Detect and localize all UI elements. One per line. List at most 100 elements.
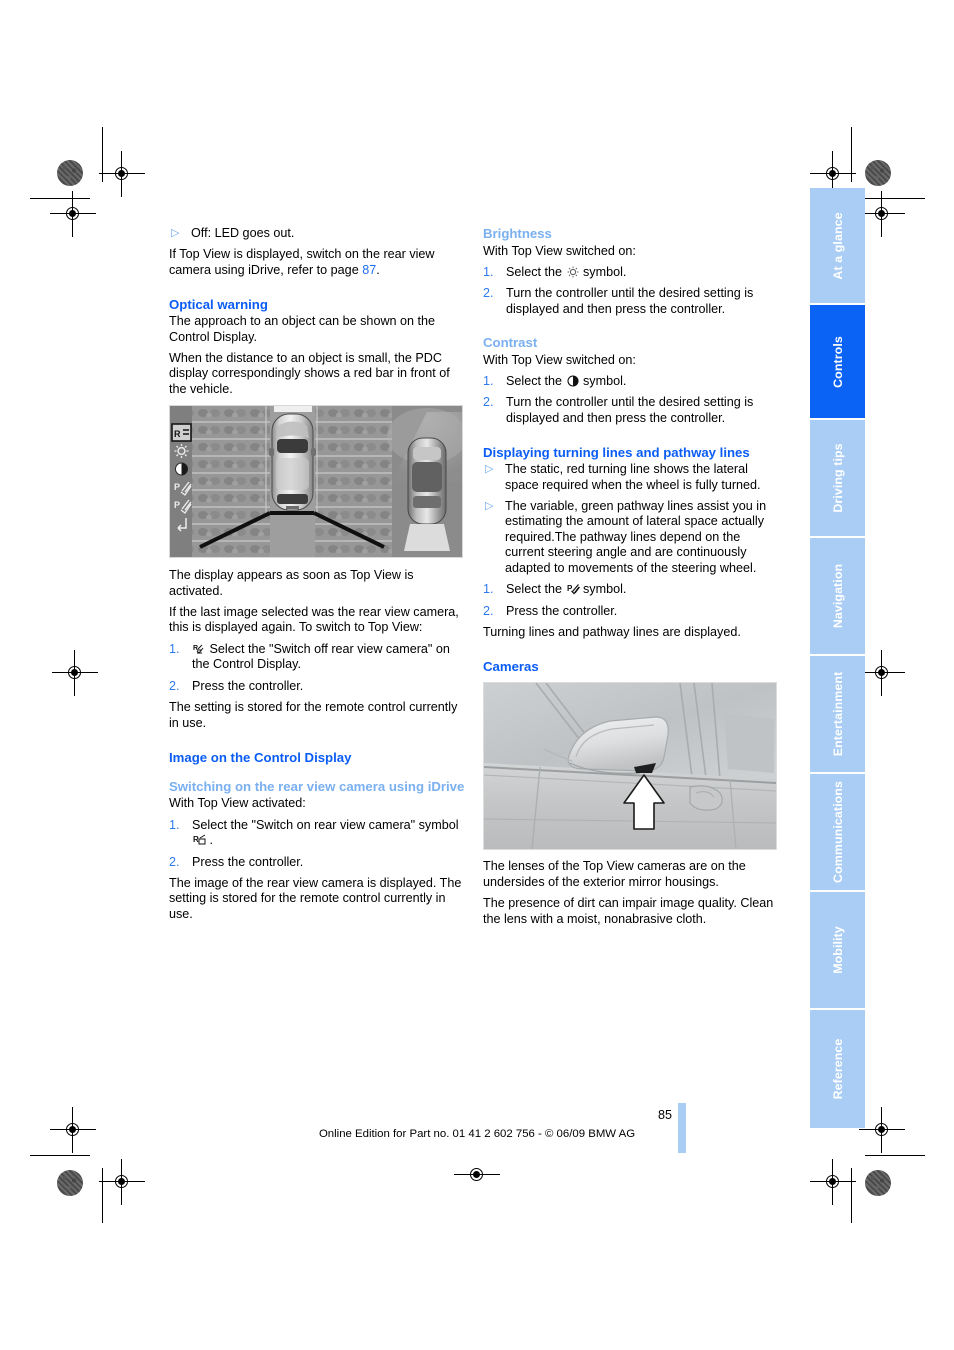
- step-select-contrast-symbol: 1. Select the symbol.: [483, 374, 779, 389]
- step-press-controller-2: 2. Press the controller.: [169, 855, 465, 870]
- bullet-led-off-text: Off: LED goes out.: [191, 226, 295, 240]
- heading-image-on-control-display: Image on the Control Display: [169, 749, 352, 765]
- page-reference-link-87[interactable]: 87: [362, 263, 376, 277]
- right-column: Brightness With Top View switched on: 1.…: [483, 226, 779, 933]
- switch-off-rear-view-camera-icon: R: [193, 643, 205, 655]
- svg-text:P: P: [174, 500, 180, 510]
- brightness-icon: [567, 266, 579, 278]
- step-text: Turn the controller until the desired se…: [506, 395, 754, 425]
- step-label-b: symbol.: [579, 374, 627, 389]
- tab-driving-tips[interactable]: Driving tips: [810, 420, 865, 538]
- bullet-variable-green-pathway-lines: ▷ The variable, green pathway lines assi…: [483, 499, 779, 576]
- page-number: 85: [657, 1108, 672, 1122]
- step-text: R Select the "Switch off rear view camer…: [192, 642, 465, 673]
- tab-mobility[interactable]: Mobility: [810, 892, 865, 1010]
- svg-text:P: P: [174, 482, 180, 492]
- step-select-brightness-symbol: 1. Select the symbol.: [483, 265, 779, 280]
- step-turn-controller-brightness: 2. Turn the controller until the desired…: [483, 286, 779, 317]
- step-number: 2.: [169, 854, 180, 869]
- cameras-paragraph-1: The lenses of the Top View cameras are o…: [483, 859, 746, 889]
- triangle-bullet-icon: ▷: [171, 227, 180, 239]
- tab-label: Mobility: [830, 926, 845, 974]
- bullet-text: The variable, green pathway lines assist…: [505, 499, 779, 576]
- step-select-pathway-symbol: 1. Select the P symbol.: [483, 582, 779, 597]
- turning-lines-closing: Turning lines and pathway lines are disp…: [483, 624, 741, 639]
- step-number: 1.: [169, 817, 180, 832]
- optical-warning-paragraph-1: The approach to an object can be shown o…: [169, 314, 436, 344]
- tab-label: Communications: [830, 781, 845, 883]
- paragraph-topview-intro: If Top View is displayed, switch on the …: [169, 247, 465, 278]
- step-text: Select the P symbol.: [506, 582, 779, 597]
- heading-displaying-turning-lines: Displaying turning lines and pathway lin…: [483, 445, 750, 461]
- triangle-bullet-icon: ▷: [485, 500, 494, 513]
- tab-label: Driving tips: [830, 443, 845, 513]
- intro-text-b: .: [376, 262, 380, 277]
- step-label-a: Select the: [506, 264, 566, 279]
- own-vehicle-graphic: [269, 413, 316, 511]
- switching-on-intro: With Top View activated:: [169, 796, 306, 811]
- step-text: Press the controller.: [192, 854, 304, 869]
- bullet-text: The static, red turning line shows the l…: [505, 462, 761, 492]
- subheading-contrast: Contrast: [483, 335, 538, 351]
- tab-label: Controls: [830, 335, 845, 388]
- tab-at-a-glance[interactable]: At a glance: [810, 188, 865, 305]
- tab-label: Reference: [830, 1038, 845, 1100]
- subheading-brightness: Brightness: [483, 226, 552, 241]
- section-tabs: At a glance Controls Driving tips Naviga…: [810, 188, 865, 1128]
- brightness-intro: With Top View switched on:: [483, 243, 636, 258]
- top-view-pdc-illustration: R P P: [170, 406, 462, 558]
- tab-label: Entertainment: [830, 671, 845, 757]
- step-text: Select the symbol.: [506, 265, 779, 280]
- exterior-mirror-photo: [484, 683, 776, 850]
- contrast-intro: With Top View switched on:: [483, 352, 636, 367]
- step-text: Press the controller.: [192, 678, 304, 693]
- step-label-a: Select the "Switch on rear view camera" …: [192, 817, 459, 832]
- second-vehicle-graphic: [407, 437, 447, 525]
- step-label-b: .: [206, 833, 213, 848]
- svg-text:R: R: [174, 429, 181, 439]
- tab-label: Navigation: [830, 563, 845, 629]
- step-press-controller-3: 2. Press the controller.: [483, 604, 779, 619]
- footer-imprint: Online Edition for Part no. 01 41 2 602 …: [318, 1128, 636, 1140]
- switching-on-closing-paragraph: The image of the rear view camera is dis…: [169, 876, 462, 921]
- step-label-a: Select the: [506, 582, 566, 597]
- step-number: 1.: [483, 582, 494, 597]
- step-number: 2.: [483, 603, 494, 618]
- cameras-paragraph-2: The presence of dirt can impair image qu…: [483, 896, 774, 926]
- bullet-led-off: ▷ Off: LED goes out.: [169, 226, 465, 241]
- tab-navigation[interactable]: Navigation: [810, 538, 865, 656]
- step-label-b: symbol.: [579, 582, 627, 597]
- step-label-a: Select the: [506, 374, 566, 389]
- subheading-switching-on-rear-view-camera: Switching on the rear view camera using …: [169, 778, 465, 794]
- tab-entertainment[interactable]: Entertainment: [810, 656, 865, 774]
- left-column: ▷ Off: LED goes out. If Top View is disp…: [169, 226, 465, 928]
- step-turn-controller-contrast: 2. Turn the controller until the desired…: [483, 395, 779, 426]
- tab-controls[interactable]: Controls: [810, 305, 865, 420]
- heading-cameras: Cameras: [483, 659, 539, 675]
- after-figure-paragraph-3: The setting is stored for the remote con…: [169, 700, 458, 730]
- step-number: 2.: [483, 286, 494, 301]
- optical-warning-paragraph-2: When the distance to an object is small,…: [169, 351, 450, 396]
- tab-reference[interactable]: Reference: [810, 1010, 865, 1128]
- step-number: 2.: [169, 678, 180, 693]
- step-number: 1.: [169, 641, 180, 656]
- triangle-bullet-icon: ▷: [485, 463, 494, 476]
- step-switch-off-rear-camera: 1. R Select the "Switch off rear view ca…: [169, 642, 465, 673]
- step-text: Turn the controller until the desired se…: [506, 286, 754, 316]
- tab-communications[interactable]: Communications: [810, 774, 865, 892]
- step-label: Select the "Switch off rear view camera"…: [192, 641, 450, 672]
- contrast-icon: [175, 462, 188, 476]
- figure-top-view-pdc-display: R P P: [169, 405, 463, 559]
- after-figure-paragraph-2: If the last image selected was the rear …: [169, 605, 459, 635]
- pathway-lines-icon: P: [567, 583, 580, 595]
- step-label-b: symbol.: [579, 264, 627, 279]
- intro-text-a: If Top View is displayed, switch on the …: [169, 247, 435, 277]
- step-text: Select the "Switch on rear view camera" …: [192, 818, 465, 849]
- tab-label: At a glance: [830, 211, 845, 280]
- bullet-static-red-turning-line: ▷ The static, red turning line shows the…: [483, 462, 779, 493]
- figure-exterior-mirror-camera: [483, 682, 777, 851]
- after-figure-paragraph-1: The display appears as soon as Top View …: [169, 568, 414, 598]
- contrast-icon: [566, 375, 579, 387]
- manual-page: ▷ Off: LED goes out. If Top View is disp…: [0, 0, 954, 1350]
- step-press-controller-1: 2. Press the controller.: [169, 679, 465, 694]
